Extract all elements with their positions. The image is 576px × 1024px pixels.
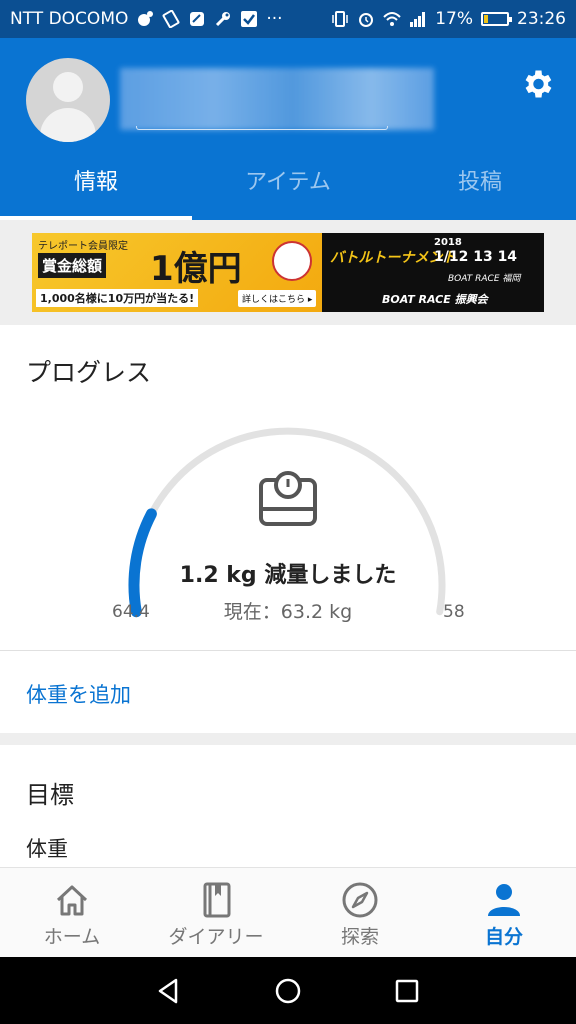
home-icon [56, 885, 88, 916]
diary-icon [203, 882, 231, 918]
banner-right-year: 2018 [434, 237, 462, 248]
recents-icon [395, 979, 418, 1002]
scale-icon [259, 471, 317, 526]
goal-weight-label: 58 [443, 602, 465, 622]
banner-big: 1億円 [150, 249, 242, 289]
avatar-head [53, 72, 83, 102]
banner-right-dates: 1/12 13 14 [434, 249, 518, 265]
banner-ad[interactable]: テレポート会員限定 賞金総額 1億円 1,000名様に10万円が当たる! 詳しく… [32, 233, 544, 312]
battery-level [484, 15, 489, 23]
divider [0, 650, 576, 651]
overflow-indicator: ··· [266, 9, 283, 29]
profile-header: 情報 アイテム 投稿 [0, 38, 576, 220]
battery-icon [481, 12, 512, 26]
back-icon [159, 978, 178, 1003]
banner-sub: 1,000名様に10万円が当たる! [36, 289, 199, 307]
banner-tag: テレポート会員限定 [38, 241, 128, 252]
data-saver-icon [136, 10, 154, 28]
vibrate-icon [331, 10, 349, 28]
add-weight-button[interactable]: 体重を追加 [26, 679, 131, 709]
avatar-body [40, 108, 96, 142]
username-redacted [120, 68, 434, 130]
nav-explore[interactable]: 探索 [288, 868, 432, 957]
avatar[interactable] [26, 58, 110, 142]
banner-right-place: BOAT RACE 福岡 [448, 274, 521, 284]
wrench-icon [214, 10, 232, 28]
wifi-icon [383, 10, 401, 28]
nav-home-label: ホーム [43, 926, 101, 948]
nav-explore-label: 探索 [340, 926, 379, 948]
status-bar: NTT DOCOMO ··· 17% 23:26 [0, 0, 576, 38]
username-underline [136, 126, 388, 130]
nav-diary[interactable]: ダイアリー [144, 868, 288, 957]
tab-info[interactable]: 情報 [0, 158, 192, 220]
banner-left: テレポート会員限定 賞金総額 1億円 1,000名様に10万円が当たる! 詳しく… [32, 233, 322, 312]
goal-title: 目標 [26, 781, 74, 809]
compass-icon [342, 882, 378, 918]
home-circle-icon [275, 978, 301, 1003]
signal-icon [409, 10, 427, 28]
app-icon [188, 10, 206, 28]
goal-weight-row[interactable]: 体重 [26, 833, 68, 863]
banner-main: 賞金総額 [38, 253, 107, 278]
checkbox-icon [240, 10, 258, 28]
back-button[interactable] [149, 971, 189, 1011]
status-right: 17% 23:26 [331, 9, 566, 29]
tab-posts[interactable]: 投稿 [384, 158, 576, 220]
person-icon [488, 884, 520, 916]
home-button[interactable] [268, 971, 308, 1011]
bottom-navigation: ホーム ダイアリー 探索 自分 [0, 867, 576, 957]
rotation-icon [162, 10, 180, 28]
status-left: NTT DOCOMO ··· [10, 9, 283, 29]
nav-home[interactable]: ホーム [0, 868, 144, 957]
alarm-icon [357, 10, 375, 28]
profile-tabs: 情報 アイテム 投稿 [0, 158, 576, 220]
progress-card: プログレス 1.2 kg 減量しました 現在：63.2 kg 64.4 58 体… [0, 325, 576, 733]
mascot-image [272, 241, 312, 281]
settings-button[interactable] [519, 66, 555, 102]
carrier-label: NTT DOCOMO [10, 9, 129, 29]
current-weight-text: 現在：63.2 kg [223, 601, 353, 623]
banner-right: バトルトーナメント 2018 1/12 13 14 BOAT RACE 福岡 B… [322, 233, 544, 312]
battery-percent: 17% [435, 9, 473, 29]
banner-right-org: BOAT RACE 振興会 [382, 293, 488, 306]
banner-detail-button: 詳しくはこちら ▸ [238, 290, 317, 307]
weight-lost-text: 1.2 kg 減量しました [179, 563, 397, 588]
gear-icon [525, 70, 552, 98]
banner-area: テレポート会員限定 賞金総額 1億円 1,000名様に10万円が当たる! 詳しく… [0, 220, 576, 324]
start-weight-label: 64.4 [112, 602, 150, 622]
goal-card: 目標 体重 [0, 745, 576, 867]
nav-diary-label: ダイアリー [168, 926, 264, 948]
nav-me[interactable]: 自分 [432, 868, 576, 957]
clock: 23:26 [517, 9, 566, 29]
tab-items[interactable]: アイテム [192, 158, 384, 220]
system-navigation [0, 957, 576, 1024]
nav-me-label: 自分 [484, 926, 523, 948]
recents-button[interactable] [387, 971, 427, 1011]
